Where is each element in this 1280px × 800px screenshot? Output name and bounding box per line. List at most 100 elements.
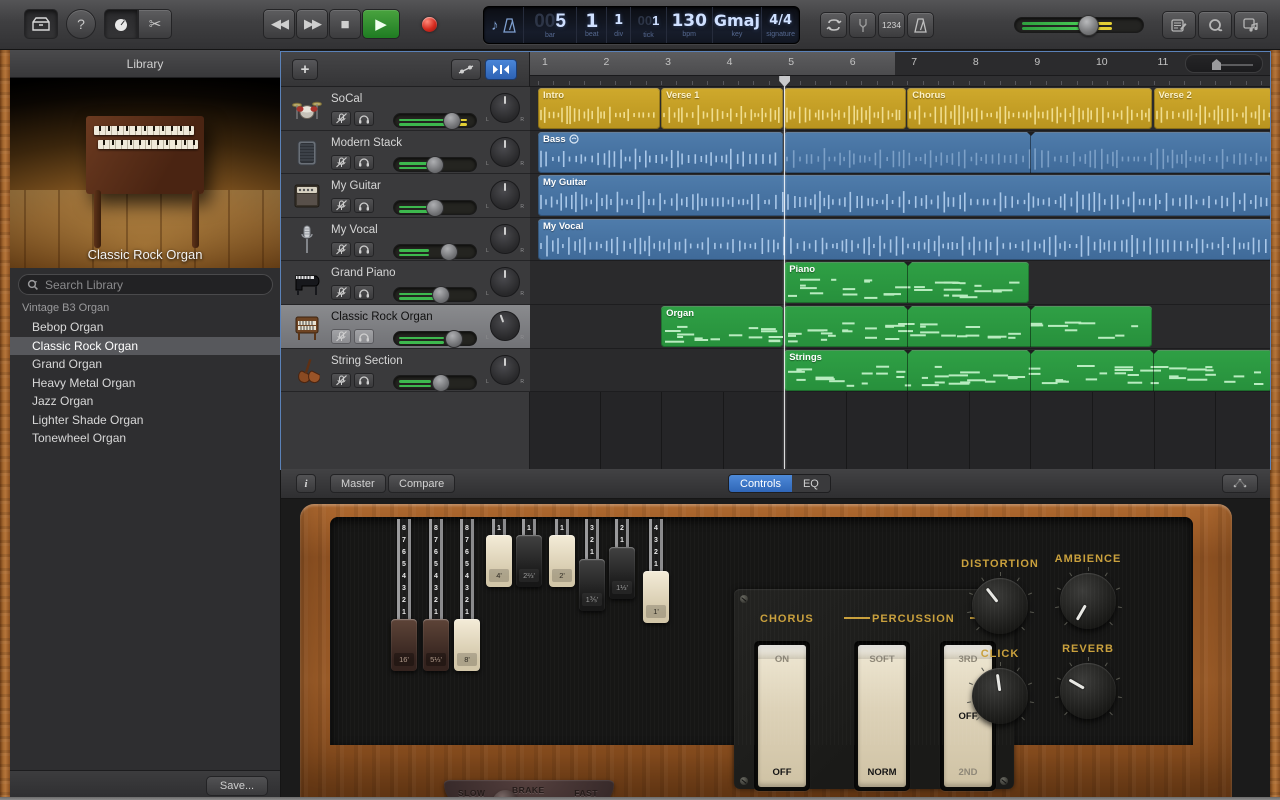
pan-knob[interactable]: LR [490, 267, 520, 297]
track-volume-knob[interactable] [432, 374, 450, 392]
media-browser-button[interactable] [1234, 11, 1268, 39]
track-volume-knob[interactable] [443, 112, 461, 130]
track-volume-slider[interactable] [393, 331, 477, 346]
master-volume-knob[interactable] [1078, 15, 1099, 36]
mute-button[interactable] [331, 155, 351, 170]
pan-knob[interactable]: LR [490, 224, 520, 254]
lcd-key-cell[interactable]: Gmaj key [713, 7, 763, 43]
forward-button[interactable]: ▶▶ [296, 9, 328, 39]
track-volume-knob[interactable] [445, 330, 463, 348]
drawbar-handle[interactable]: 5⅓' [423, 619, 449, 671]
drawbar-handle[interactable]: 2⅔' [516, 535, 542, 587]
drawbar-handle[interactable]: 1⅗' [579, 559, 605, 611]
tab-controls[interactable]: Controls [729, 475, 792, 492]
solo-button[interactable] [354, 155, 374, 170]
mute-button[interactable] [331, 242, 351, 257]
lcd-bpm-cell[interactable]: 130 bpm [667, 7, 713, 43]
mute-button[interactable] [331, 111, 351, 126]
track-volume-slider[interactable] [393, 287, 477, 302]
track-volume-slider[interactable] [393, 157, 477, 172]
region-chorus[interactable]: Chorus [907, 88, 1152, 129]
pan-knob[interactable]: LR [490, 311, 520, 341]
timeline-lane[interactable]: My Vocal [530, 218, 1270, 262]
region-organ[interactable]: Organ [661, 306, 783, 347]
track-header-row[interactable]: String SectionLR [281, 349, 530, 393]
smart-controls-button[interactable] [104, 9, 138, 39]
drawbar-handle[interactable]: 16' [391, 619, 417, 671]
help-button[interactable]: ? [66, 9, 96, 39]
library-list-item[interactable]: Bebop Organ [10, 318, 280, 337]
track-volume-slider[interactable] [393, 375, 477, 390]
solo-button[interactable] [354, 373, 374, 388]
knob-ambience[interactable] [1060, 573, 1116, 629]
track-volume-slider[interactable] [393, 200, 477, 215]
track-volume-slider[interactable] [393, 113, 477, 128]
lcd-beat-cell[interactable]: 1 beat [577, 7, 607, 43]
library-search-field[interactable]: Search Library [18, 274, 273, 295]
library-list-item[interactable]: Grand Organ [10, 355, 280, 374]
beat-strip[interactable] [530, 76, 1270, 87]
metronome-button[interactable] [907, 12, 934, 38]
knob-reverb[interactable] [1060, 663, 1116, 719]
track-header-row[interactable]: My GuitarLR [281, 174, 530, 218]
track-header-row[interactable]: My VocalLR [281, 218, 530, 262]
timeline-lane[interactable]: My Guitar [530, 174, 1270, 218]
region-segment[interactable] [784, 132, 1270, 173]
tuner-button[interactable] [849, 12, 876, 38]
drawbar-handle[interactable]: 8' [454, 619, 480, 671]
mute-button[interactable] [331, 198, 351, 213]
region-segment[interactable] [784, 88, 906, 129]
save-button[interactable]: Save... [206, 776, 268, 796]
master-button[interactable]: Master [330, 474, 386, 493]
timeline-lane[interactable]: Bass [530, 131, 1270, 175]
library-category[interactable]: Vintage B3 Organ [22, 302, 109, 314]
lcd-tick-cell[interactable]: 001 tick [631, 7, 667, 43]
library-toggle-button[interactable] [24, 9, 58, 39]
editor-button[interactable]: ✂ [138, 9, 172, 39]
compare-button[interactable]: Compare [388, 474, 455, 493]
region-intro[interactable]: Intro [538, 88, 660, 129]
smart-control-view-button[interactable] [1222, 474, 1258, 493]
track-volume-slider[interactable] [393, 244, 477, 259]
region-piano[interactable]: Piano [784, 262, 1029, 303]
track-header-row[interactable]: Modern StackLR [281, 131, 530, 175]
rewind-button[interactable]: ◀◀ [263, 9, 295, 39]
mute-button[interactable] [331, 373, 351, 388]
library-list-item[interactable]: Lighter Shade Organ [10, 411, 280, 430]
track-volume-knob[interactable] [432, 286, 450, 304]
solo-button[interactable] [354, 111, 374, 126]
region-verse-2[interactable]: Verse 2 [1154, 88, 1271, 129]
timeline-lane[interactable]: Organ [530, 305, 1270, 349]
playhead[interactable] [784, 76, 785, 469]
lcd-mode-cell[interactable]: ♪ [484, 7, 524, 43]
timeline-lane[interactable]: IntroVerse 1 ChorusVerse 2 [530, 87, 1270, 131]
solo-button[interactable] [354, 285, 374, 300]
knob-distortion[interactable] [972, 578, 1028, 634]
track-header-row[interactable]: Grand PianoLR [281, 261, 530, 305]
chorus-switch[interactable]: ONOFF [754, 641, 810, 791]
automation-button[interactable] [451, 59, 481, 80]
pan-knob[interactable]: LR [490, 180, 520, 210]
zoom-thumb[interactable] [1212, 59, 1221, 70]
mute-button[interactable] [331, 329, 351, 344]
mute-button[interactable] [331, 285, 351, 300]
drawbar-handle[interactable]: 1⅓' [609, 547, 635, 599]
timeline-ruler[interactable]: 123456789101112 [530, 52, 1270, 76]
track-header-row[interactable]: Classic Rock OrganLR [281, 305, 530, 349]
timeline-lane[interactable]: Strings [530, 349, 1270, 393]
track-header-row[interactable]: SoCalLR [281, 87, 530, 131]
solo-button[interactable] [354, 198, 374, 213]
notepad-button[interactable] [1162, 11, 1196, 39]
pan-knob[interactable]: LR [490, 137, 520, 167]
library-list-item[interactable]: Classic Rock Organ [10, 337, 280, 356]
percussion-harmonic-switch[interactable]: 3RDOFF2ND [940, 641, 996, 791]
percussion-mode-switch[interactable]: SOFTNORM [854, 641, 910, 791]
solo-button[interactable] [354, 329, 374, 344]
library-list-item[interactable]: Tonewheel Organ [10, 429, 280, 448]
region-my-guitar[interactable]: My Guitar [538, 175, 1270, 216]
solo-button[interactable] [354, 242, 374, 257]
lcd-signature-cell[interactable]: 4/4 signature [762, 7, 799, 43]
lcd-bar-cell[interactable]: 005 bar [524, 7, 578, 43]
region-bass[interactable]: Bass [538, 132, 783, 173]
region-verse-1[interactable]: Verse 1 [661, 88, 783, 129]
